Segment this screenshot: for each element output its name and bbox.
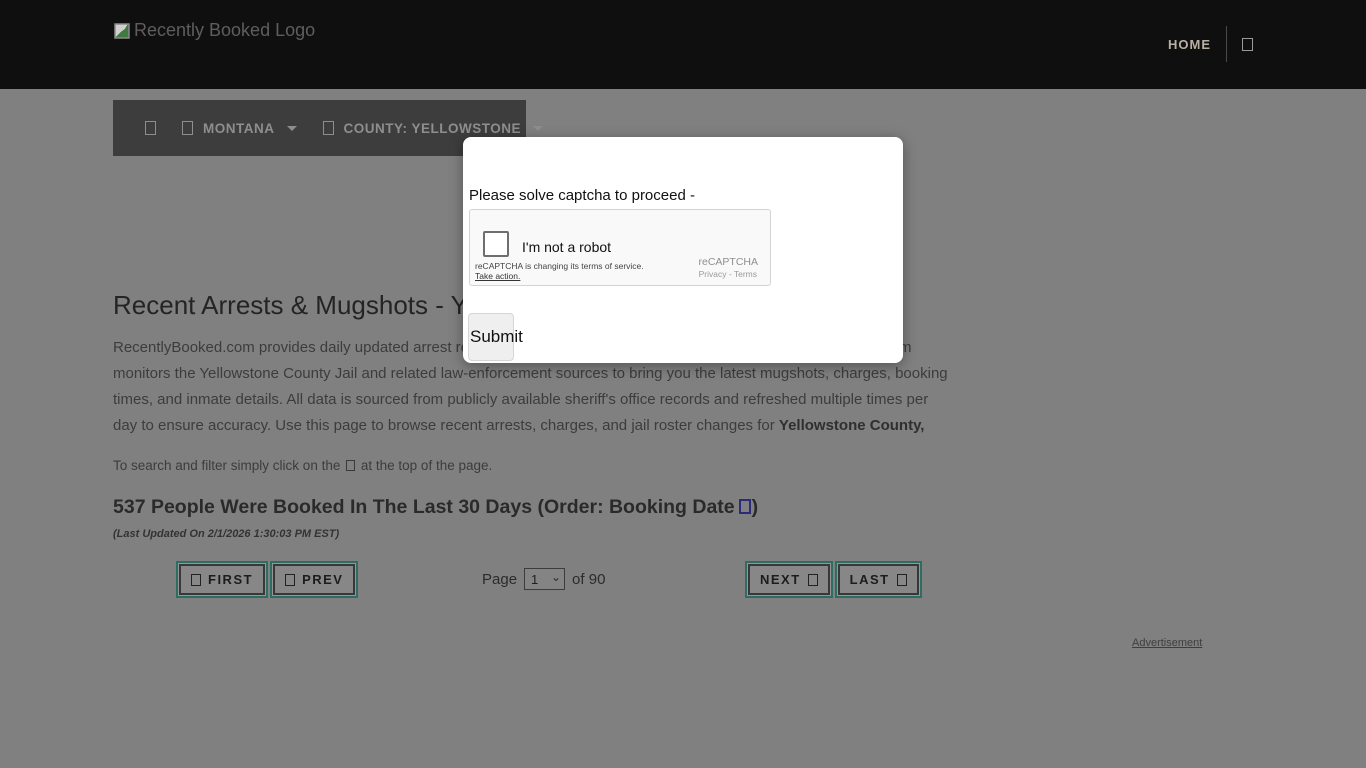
submit-button[interactable]: Submit — [468, 313, 514, 361]
last-icon — [897, 574, 907, 586]
home-link[interactable]: HOME — [1168, 37, 1211, 52]
booked-count-heading: 537 People Were Booked In The Last 30 Da… — [113, 496, 758, 519]
search-note: To search and filter simply click on the… — [113, 458, 492, 473]
recaptcha-brand: reCAPTCHA — [698, 256, 758, 268]
header-divider — [1226, 26, 1227, 62]
prev-icon — [285, 574, 295, 586]
page-count-label: of 90 — [572, 571, 605, 588]
recaptcha-widget: I'm not a robot reCAPTCHA is changing it… — [469, 209, 771, 286]
recaptcha-label: I'm not a robot — [522, 239, 611, 255]
recaptcha-take-action-link[interactable]: Take action. — [475, 271, 520, 281]
last-page-button[interactable]: LAST — [838, 564, 919, 595]
last-updated-text: (Last Updated On 2/1/2026 1:30:03 PM EST… — [113, 528, 339, 540]
captcha-modal: Please solve captcha to proceed - I'm no… — [463, 137, 903, 363]
captcha-prompt: Please solve captcha to proceed - — [469, 187, 695, 204]
first-page-button[interactable]: FIRST — [179, 564, 265, 595]
page: Recently Booked Logo HOME MONTANA COUNTY… — [0, 0, 1366, 768]
prev-page-button[interactable]: PREV — [273, 564, 355, 595]
logo-alt-text: Recently Booked Logo — [134, 20, 315, 41]
broken-image-icon — [113, 22, 131, 40]
search-glyph-icon — [346, 460, 355, 471]
intro-bold-text: Yellowstone County, — [779, 417, 925, 434]
next-icon — [808, 574, 818, 586]
recaptcha-checkbox[interactable] — [483, 231, 509, 257]
logo-link[interactable]: Recently Booked Logo — [113, 20, 315, 41]
recaptcha-privacy-terms-links[interactable]: Privacy - Terms — [699, 269, 757, 279]
advertisement-link[interactable]: Advertisement — [1132, 637, 1202, 649]
page-label: Page — [482, 571, 517, 588]
header: Recently Booked Logo HOME — [0, 0, 1366, 89]
pagination: FIRST PREV Page 1 ⌄ of 90 — [113, 564, 949, 596]
recaptcha-notice: reCAPTCHA is changing its terms of servi… — [475, 261, 644, 271]
sort-toggle-icon[interactable] — [739, 499, 751, 514]
first-icon — [191, 574, 201, 586]
page-select[interactable]: 1 — [524, 568, 565, 590]
next-page-button[interactable]: NEXT — [748, 564, 830, 595]
search-icon[interactable] — [1242, 38, 1253, 51]
